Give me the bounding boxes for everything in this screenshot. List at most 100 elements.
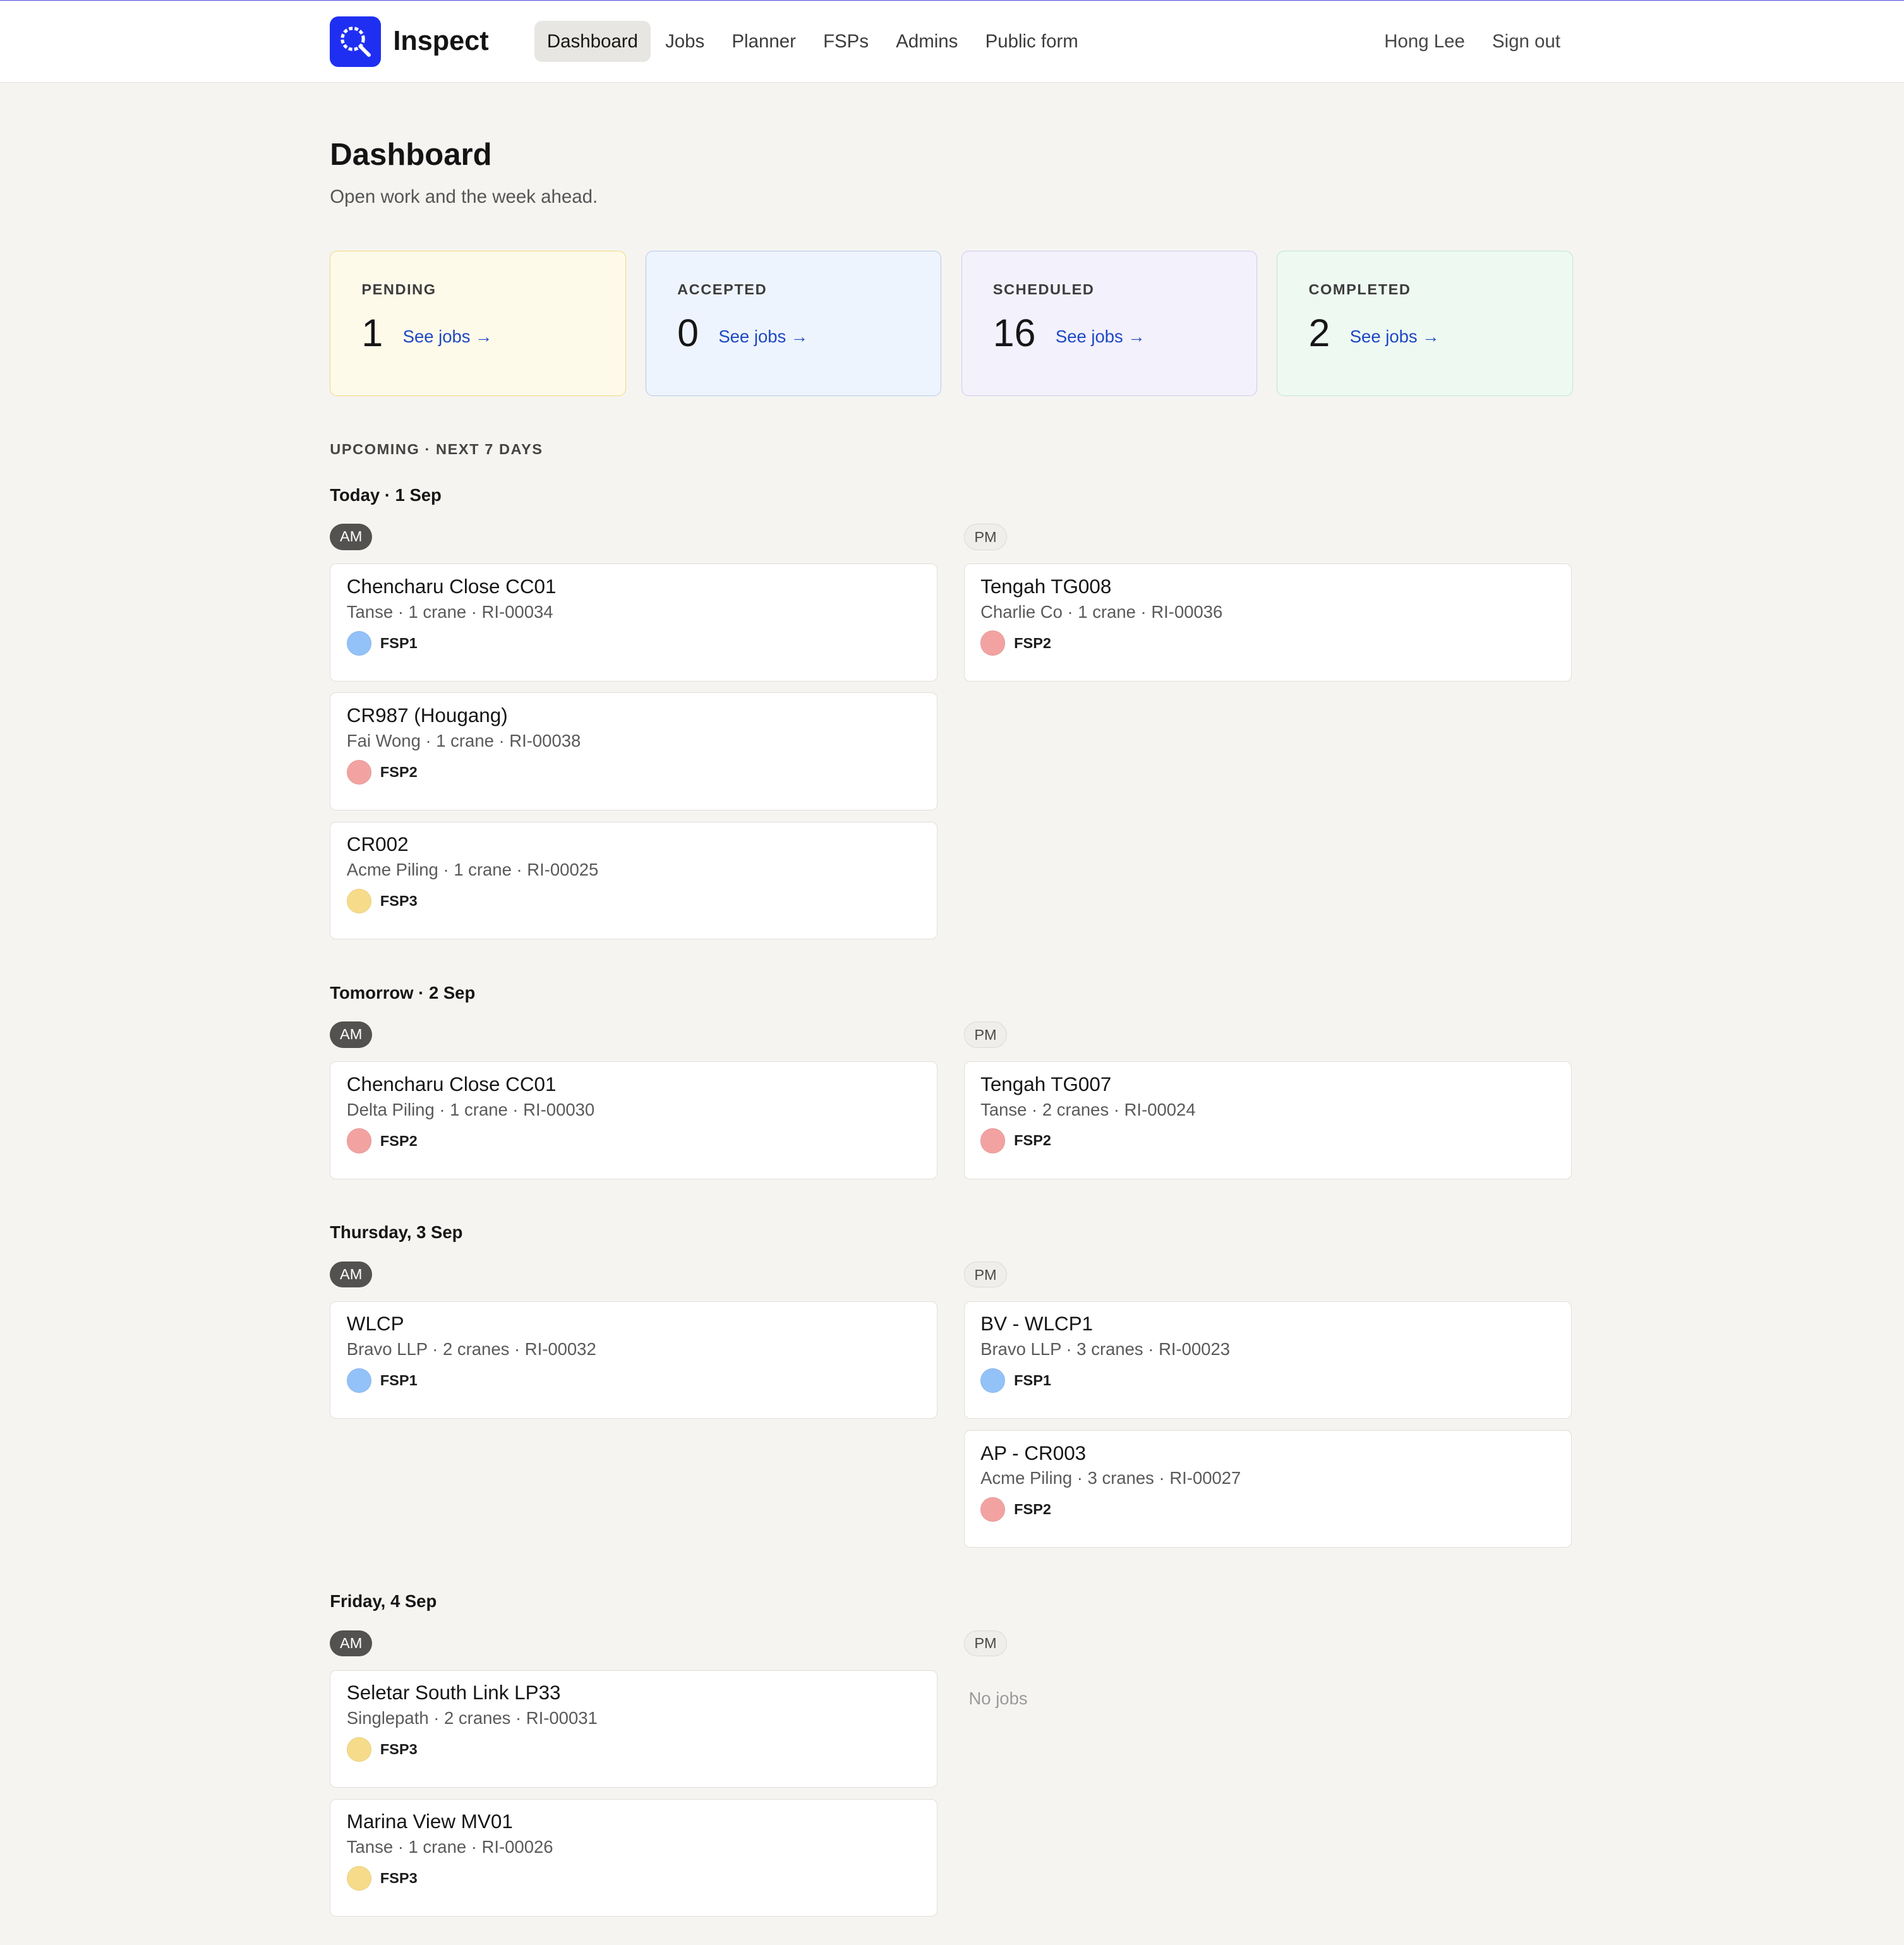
job-card[interactable]: Chencharu Close CC01 Delta Piling · 1 cr… <box>330 1061 938 1179</box>
nav-public-form[interactable]: Public form <box>973 21 1090 62</box>
day-title: Friday, 4 Sep <box>330 1591 437 1611</box>
fsp-label: FSP2 <box>380 1132 418 1149</box>
day-title: Tomorrow · 2 Sep <box>330 982 476 1003</box>
fsp-label: FSP1 <box>380 1372 418 1389</box>
job-card[interactable]: CR987 (Hougang) Fai Wong · 1 crane · RI-… <box>330 692 938 810</box>
pm-badge: PM <box>963 1021 1008 1048</box>
am-badge: AM <box>330 1262 373 1288</box>
stat-card-completed: COMPLETED 2 See jobs → <box>1277 251 1573 396</box>
am-badge: AM <box>330 1021 373 1048</box>
stat-count: 1 <box>361 311 383 355</box>
pm-column: PM Tengah TG008 Charlie Co · 1 crane · R… <box>963 524 1572 951</box>
job-title: Tengah TG008 <box>980 575 1112 598</box>
magnifier-icon <box>340 27 371 57</box>
fsp-avatar <box>346 1368 372 1394</box>
main-content: Dashboard Open work and the week ahead. … <box>330 137 1573 1928</box>
user-area: Hong Lee Sign out <box>1357 1 1560 83</box>
page-title: Dashboard <box>330 137 492 172</box>
am-column: AM Chencharu Close CC01 Delta Piling · 1… <box>330 1021 938 1190</box>
job-title: CR002 <box>346 833 409 856</box>
inspect-logo-icon[interactable] <box>330 16 381 68</box>
job-title: CR987 (Hougang) <box>346 704 508 727</box>
stat-label: PENDING <box>361 281 437 298</box>
stat-count: 16 <box>992 311 1036 355</box>
nav-admins[interactable]: Admins <box>884 21 970 62</box>
fsp-label: FSP2 <box>1014 634 1052 651</box>
top-navbar: Inspect Dashboard Jobs Planner FSPs Admi… <box>0 1 1904 83</box>
fsp-avatar <box>980 1128 1006 1153</box>
job-meta: Bravo LLP · 2 cranes · RI-00032 <box>346 1339 596 1359</box>
job-meta: Tanse · 1 crane · RI-00026 <box>346 1837 553 1857</box>
fsp-label: FSP2 <box>1014 1132 1052 1149</box>
see-jobs-link[interactable]: See jobs → <box>403 327 493 347</box>
job-title: Tengah TG007 <box>980 1073 1112 1095</box>
job-card[interactable]: AP - CR003 Acme Piling · 3 cranes · RI-0… <box>963 1430 1572 1548</box>
fsp-avatar <box>980 630 1006 656</box>
day-section: Thursday, 3 Sep AM WLCP Bravo LLP · 2 cr… <box>330 1222 1572 1559</box>
nav-planner[interactable]: Planner <box>720 21 809 62</box>
pm-badge: PM <box>963 1261 1008 1288</box>
job-title: Chencharu Close CC01 <box>346 575 557 598</box>
job-card[interactable]: Tengah TG008 Charlie Co · 1 crane · RI-0… <box>963 563 1572 682</box>
job-card[interactable]: WLCP Bravo LLP · 2 cranes · RI-00032 FSP… <box>330 1301 938 1419</box>
fsp-label: FSP3 <box>380 1740 418 1757</box>
fsp-label: FSP2 <box>1014 1501 1052 1518</box>
stat-label: COMPLETED <box>1308 281 1411 298</box>
stat-label: ACCEPTED <box>677 281 768 298</box>
job-meta: Acme Piling · 1 crane · RI-00025 <box>346 860 599 880</box>
pm-badge: PM <box>963 524 1008 550</box>
see-jobs-link[interactable]: See jobs → <box>1056 327 1145 347</box>
job-title: BV - WLCP1 <box>980 1313 1094 1335</box>
job-meta: Acme Piling · 3 cranes · RI-00027 <box>980 1468 1241 1488</box>
main-nav: Dashboard Jobs Planner FSPs Admins Publi… <box>534 21 1093 63</box>
stat-card-scheduled: SCHEDULED 16 See jobs → <box>961 251 1257 396</box>
fsp-label: FSP1 <box>380 634 418 651</box>
job-card[interactable]: Seletar South Link LP33 Singlepath · 2 c… <box>330 1670 938 1788</box>
fsp-avatar <box>346 1865 372 1891</box>
fsp-label: FSP3 <box>380 1870 418 1887</box>
pm-column: PM BV - WLCP1 Bravo LLP · 3 cranes · RI-… <box>963 1261 1572 1559</box>
nav-jobs[interactable]: Jobs <box>653 21 716 62</box>
fsp-label: FSP1 <box>1014 1372 1052 1389</box>
stat-card-accepted: ACCEPTED 0 See jobs → <box>645 251 942 396</box>
nav-fsps[interactable]: FSPs <box>810 21 881 62</box>
fsp-avatar <box>346 888 372 914</box>
day-section: Today · 1 Sep AM Chencharu Close CC01 Ta… <box>330 485 1572 951</box>
stat-count: 2 <box>1308 311 1330 355</box>
fsp-avatar <box>346 1128 372 1153</box>
job-card[interactable]: Marina View MV01 Tanse · 1 crane · RI-00… <box>330 1798 938 1917</box>
sign-out-link[interactable]: Sign out <box>1492 31 1560 52</box>
stat-card-pending: PENDING 1 See jobs → <box>330 251 626 396</box>
brand-name[interactable]: Inspect <box>393 26 488 57</box>
user-name[interactable]: Hong Lee <box>1384 31 1465 52</box>
job-card[interactable]: BV - WLCP1 Bravo LLP · 3 cranes · RI-000… <box>963 1301 1572 1419</box>
fsp-avatar <box>980 1368 1006 1394</box>
job-meta: Fai Wong · 1 crane · RI-00038 <box>346 730 581 750</box>
nav-dashboard[interactable]: Dashboard <box>534 21 651 63</box>
no-jobs-text: No jobs <box>968 1688 1028 1708</box>
day-title: Thursday, 3 Sep <box>330 1222 463 1243</box>
page-subtitle: Open work and the week ahead. <box>330 186 598 207</box>
job-card[interactable]: Chencharu Close CC01 Tanse · 1 crane · R… <box>330 563 938 682</box>
job-meta: Delta Piling · 1 crane · RI-00030 <box>346 1099 595 1119</box>
job-meta: Singlepath · 2 cranes · RI-00031 <box>346 1708 598 1728</box>
fsp-avatar <box>346 1737 372 1762</box>
day-section: Tomorrow · 2 Sep AM Chencharu Close CC01… <box>330 983 1572 1191</box>
see-jobs-link[interactable]: See jobs → <box>718 327 808 347</box>
job-title: Chencharu Close CC01 <box>346 1073 557 1095</box>
job-meta: Charlie Co · 1 crane · RI-00036 <box>980 601 1223 622</box>
pm-badge: PM <box>963 1630 1008 1656</box>
job-card[interactable]: CR002 Acme Piling · 1 crane · RI-00025 F… <box>330 821 938 940</box>
see-jobs-link[interactable]: See jobs → <box>1350 327 1440 347</box>
job-meta: Bravo LLP · 3 cranes · RI-00023 <box>980 1339 1231 1359</box>
job-card[interactable]: Tengah TG007 Tanse · 2 cranes · RI-00024… <box>963 1061 1572 1179</box>
am-column: AM Seletar South Link LP33 Singlepath · … <box>330 1630 938 1928</box>
day-section: Friday, 4 Sep AM Seletar South Link LP33… <box>330 1591 1572 1928</box>
fsp-label: FSP2 <box>380 763 418 780</box>
fsp-avatar <box>346 630 372 656</box>
am-badge: AM <box>330 524 373 550</box>
am-column: AM Chencharu Close CC01 Tanse · 1 crane … <box>330 524 938 951</box>
pm-column: PM Tengah TG007 Tanse · 2 cranes · RI-00… <box>963 1021 1572 1190</box>
navbar-inner: Inspect Dashboard Jobs Planner FSPs Admi… <box>330 1 1572 83</box>
am-badge: AM <box>330 1630 373 1656</box>
